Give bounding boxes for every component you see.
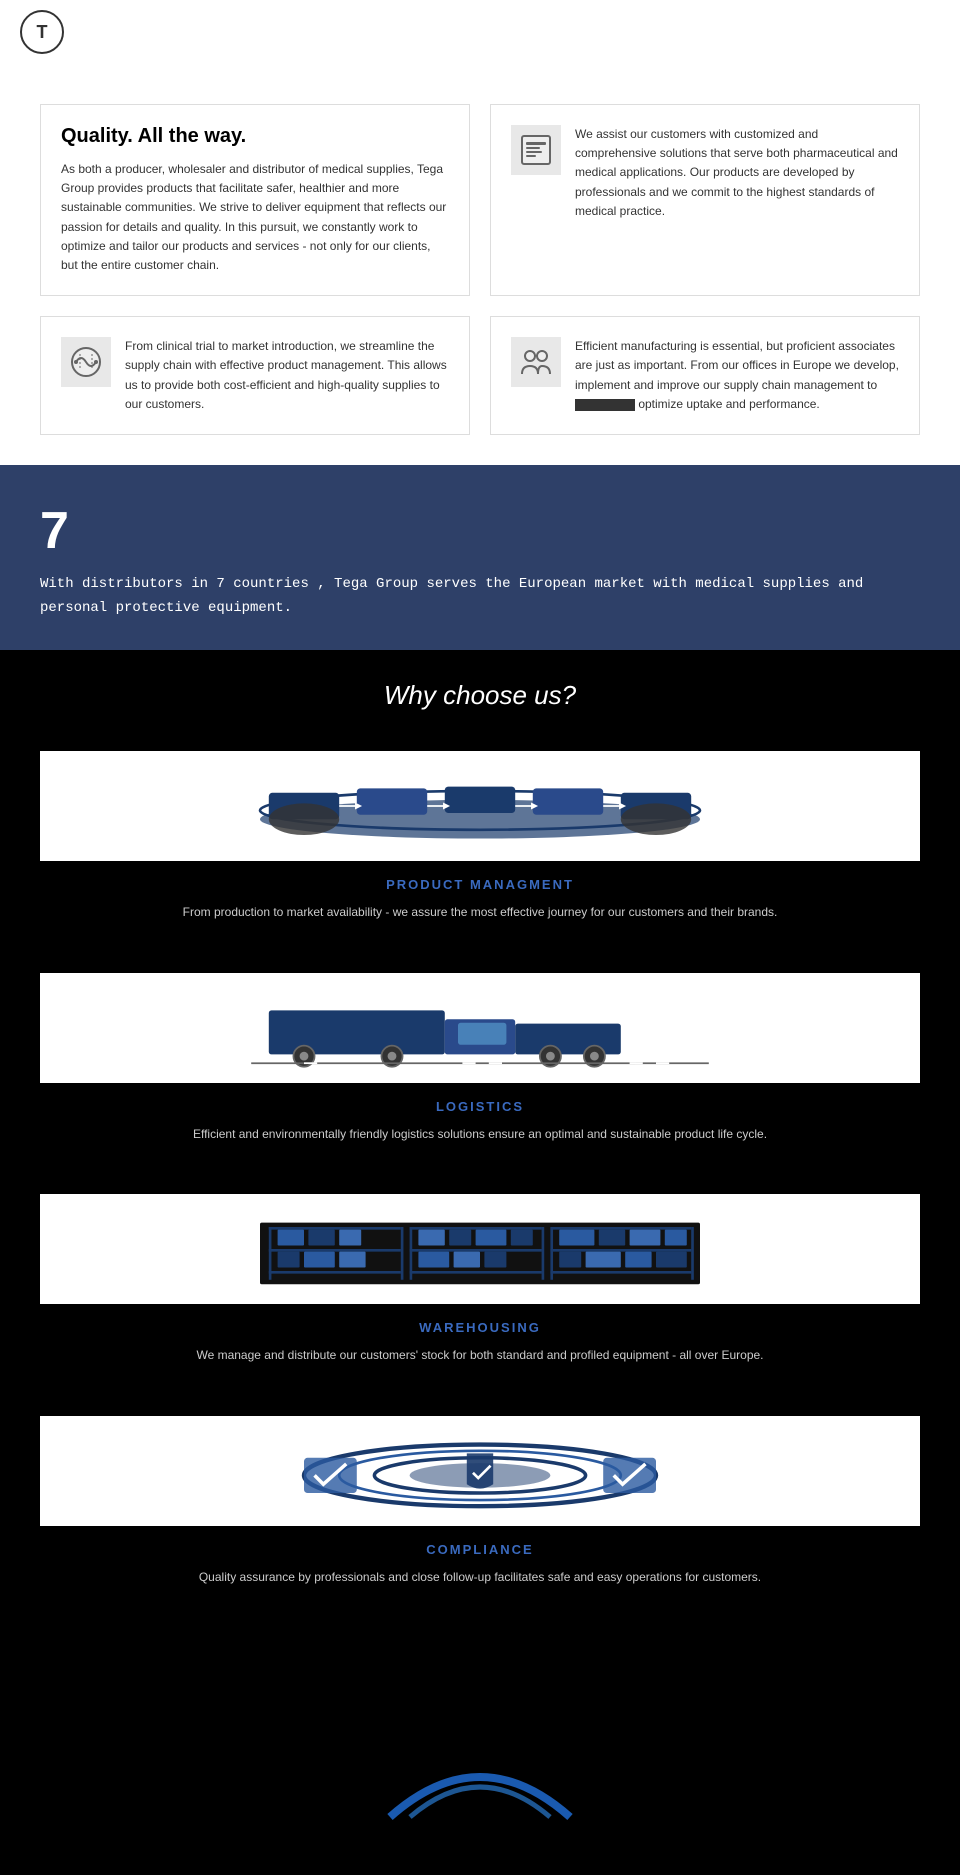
pharma-text: We assist our customers with customized …: [575, 125, 899, 221]
assoc-text-area: Efficient manufacturing is essential, bu…: [575, 337, 899, 414]
service-card-warehousing: WAREHOUSING We manage and distribute our…: [40, 1194, 920, 1365]
quality-grid: Quality. All the way. As both a producer…: [40, 104, 920, 435]
why-section: Why choose us?: [0, 650, 960, 1667]
warehousing-title: WAREHOUSING: [40, 1320, 920, 1335]
logistics-title: LOGISTICS: [40, 1099, 920, 1114]
bottom-section: [0, 1667, 960, 1847]
logistics-desc: Efficient and environmentally friendly l…: [40, 1124, 920, 1144]
stats-section: 7 With distributors in 7 countries , Teg…: [0, 465, 960, 651]
quality-title: Quality. All the way.: [61, 125, 449, 148]
warehousing-image: [40, 1194, 920, 1304]
quality-card-assoc: Efficient manufacturing is essential, bu…: [490, 316, 920, 435]
stats-number: 7: [40, 505, 920, 557]
service-card-product: PRODUCT MANAGMENT From production to mar…: [40, 751, 920, 922]
logo[interactable]: T: [20, 10, 64, 54]
quality-main-box: Quality. All the way. As both a producer…: [40, 104, 470, 296]
quality-section: Quality. All the way. As both a producer…: [0, 64, 960, 465]
stats-text: With distributors in 7 countries , Tega …: [40, 573, 920, 621]
product-mgmt-desc: From production to market availability -…: [40, 902, 920, 922]
pharma-icon: [511, 125, 561, 175]
pharma-text-area: We assist our customers with customized …: [575, 125, 899, 221]
service-card-compliance: COMPLIANCE Quality assurance by professi…: [40, 1416, 920, 1587]
header: T: [0, 0, 960, 64]
logistics-image: [40, 973, 920, 1083]
quality-card-supply: From clinical trial to market introducti…: [40, 316, 470, 435]
product-mgmt-image: [40, 751, 920, 861]
assoc-text: Efficient manufacturing is essential, bu…: [575, 337, 899, 414]
supply-icon: [61, 337, 111, 387]
quality-card-pharma: We assist our customers with customized …: [490, 104, 920, 296]
assoc-icon: [511, 337, 561, 387]
product-mgmt-title: PRODUCT MANAGMENT: [40, 877, 920, 892]
compliance-desc: Quality assurance by professionals and c…: [40, 1567, 920, 1587]
supply-text: From clinical trial to market introducti…: [125, 337, 449, 414]
warehousing-desc: We manage and distribute our customers' …: [40, 1345, 920, 1365]
why-title: Why choose us?: [40, 680, 920, 711]
compliance-title: COMPLIANCE: [40, 1542, 920, 1557]
bottom-arc: [380, 1727, 580, 1827]
compliance-image: [40, 1416, 920, 1526]
supply-text-area: From clinical trial to market introducti…: [125, 337, 449, 414]
quality-main-text: As both a producer, wholesaler and distr…: [61, 160, 449, 275]
service-card-logistics: LOGISTICS Efficient and environmentally …: [40, 973, 920, 1144]
